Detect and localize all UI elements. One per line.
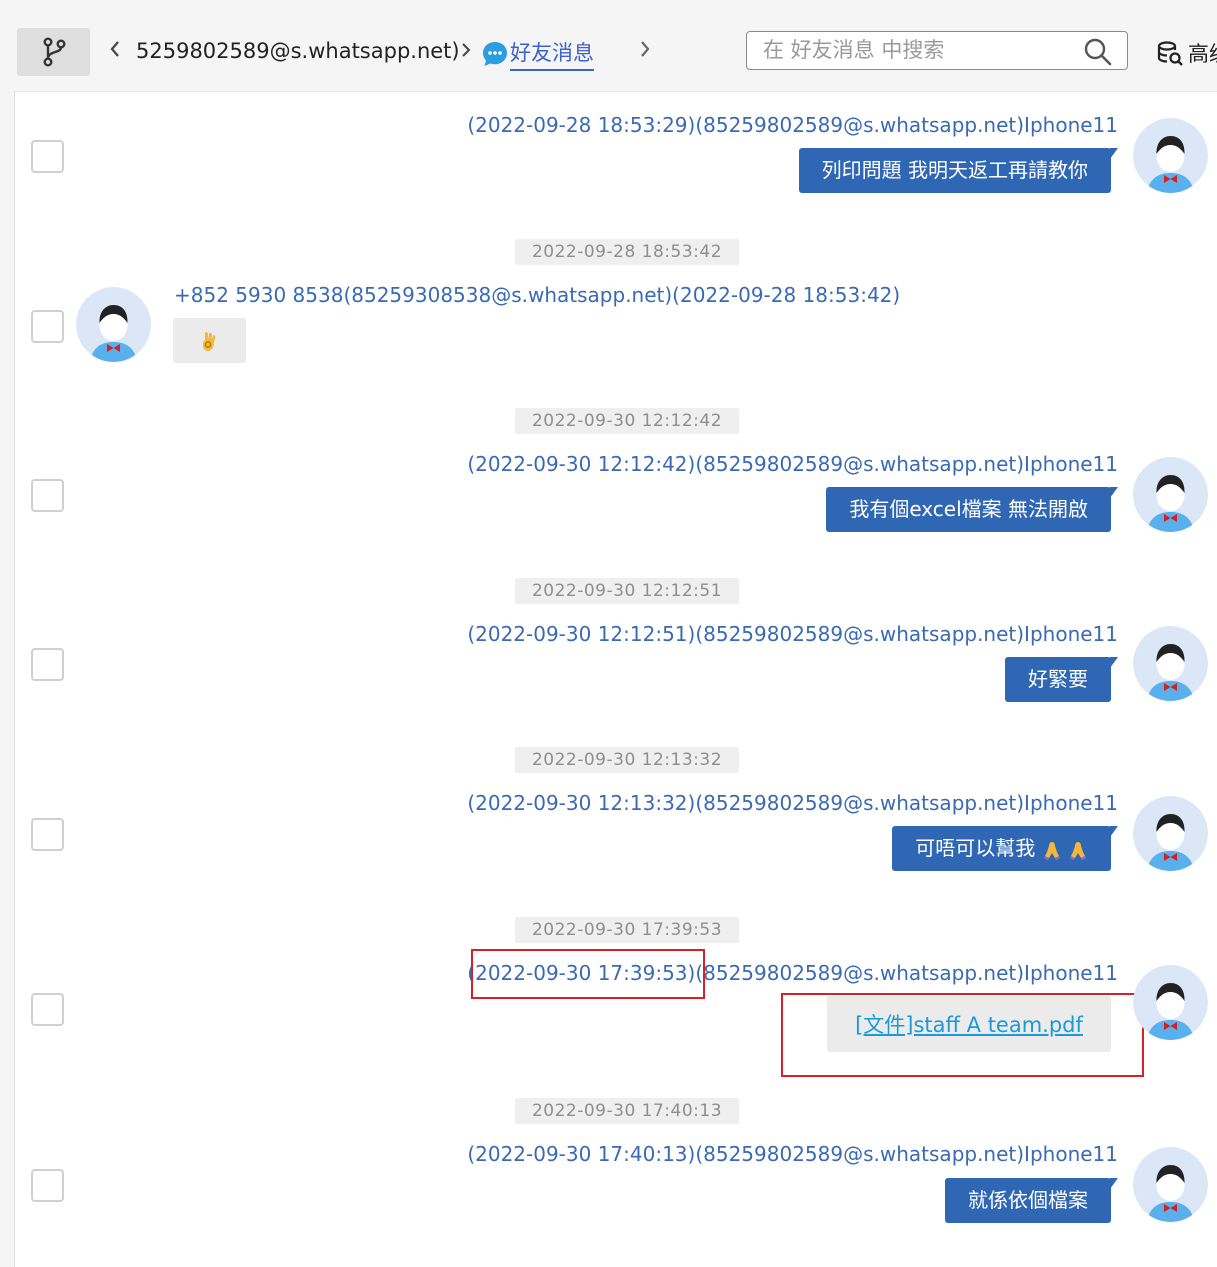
nav-forward-button[interactable]	[638, 38, 652, 66]
message-checkbox[interactable]	[31, 1169, 64, 1202]
message-bubble[interactable]: 就係依個檔案	[945, 1178, 1118, 1223]
advanced-search-label: 高级	[1188, 42, 1217, 66]
ok-hand-emoji-icon	[203, 332, 216, 351]
message-sender: (85259802589@s.whatsapp.net)Iphone11	[695, 961, 1118, 985]
highlight-box-file	[781, 993, 1144, 1077]
message-bubble[interactable]: 我有個excel檔案 無法開啟	[826, 487, 1118, 532]
avatar[interactable]	[1133, 626, 1208, 701]
avatar[interactable]	[1133, 796, 1208, 871]
message-bubble[interactable]: 可唔可以幫我	[892, 826, 1118, 871]
message-text: 可唔可以幫我	[915, 836, 1036, 860]
message-checkbox[interactable]	[31, 310, 64, 343]
avatar[interactable]	[1133, 1147, 1208, 1222]
message-checkbox[interactable]	[31, 648, 64, 681]
advanced-search-button[interactable]: 高级	[1156, 38, 1217, 68]
search-input[interactable]	[763, 35, 1073, 65]
branch-icon	[43, 37, 66, 67]
breadcrumb-contact[interactable]: 5259802589@s.whatsapp.net)	[136, 39, 460, 63]
message-checkbox[interactable]	[31, 818, 64, 851]
chevron-right-icon	[641, 41, 650, 57]
message-sender-header: +852 5930 8538(85259308538@s.whatsapp.ne…	[174, 283, 901, 307]
avatar[interactable]	[1133, 118, 1208, 193]
nav-back-button[interactable]	[108, 38, 122, 66]
chevron-right-icon	[462, 43, 471, 57]
message-bubble[interactable]	[173, 318, 246, 363]
message-bubble[interactable]: 列印問題 我明天返工再請教你	[798, 148, 1119, 193]
message-sender-header: (2022-09-28 18:53:29)(85259802589@s.what…	[467, 113, 1118, 137]
timestamp-separator: 2022-09-30 12:12:51	[515, 578, 739, 604]
timestamp-separator: 2022-09-30 12:12:42	[515, 408, 739, 434]
message-sender-header: (2022-09-30 12:13:32)(85259802589@s.what…	[467, 791, 1118, 815]
timestamp-separator: 2022-09-30 12:13:32	[515, 747, 739, 773]
timestamp-separator: 2022-09-28 18:53:42	[515, 239, 739, 265]
breadcrumb-separator	[460, 40, 472, 65]
message-checkbox[interactable]	[31, 479, 64, 512]
message-sender-header: (2022-09-30 12:12:51)(85259802589@s.what…	[467, 622, 1118, 646]
timestamp-separator: 2022-09-30 17:39:53	[515, 917, 739, 943]
chevron-left-icon	[110, 41, 119, 57]
message-list[interactable]: (2022-09-28 18:53:29)(85259802589@s.what…	[14, 91, 1217, 1267]
message-sender-header: (2022-09-30 17:40:13)(85259802589@s.what…	[467, 1142, 1118, 1166]
advanced-search-icon	[1157, 41, 1183, 66]
avatar[interactable]	[76, 287, 151, 362]
message-sender-header: (2022-09-30 12:12:42)(85259802589@s.what…	[467, 452, 1118, 476]
timestamp-separator: 2022-09-30 17:40:13	[515, 1098, 739, 1124]
message-checkbox[interactable]	[31, 140, 64, 173]
search-icon[interactable]	[1083, 37, 1113, 67]
breadcrumb-tab-friend-messages[interactable]: 好友消息	[510, 37, 594, 71]
praying-hands-emoji-icon	[1043, 841, 1060, 860]
highlight-box-timestamp	[471, 949, 705, 999]
chat-bubble-icon	[481, 40, 509, 72]
avatar[interactable]	[1133, 457, 1208, 532]
search-box[interactable]	[746, 31, 1128, 70]
branch-button[interactable]	[17, 28, 90, 76]
avatar[interactable]	[1133, 965, 1208, 1040]
message-bubble[interactable]: 好緊要	[1005, 657, 1118, 702]
praying-hands-emoji-icon	[1070, 841, 1086, 860]
message-checkbox[interactable]	[31, 993, 64, 1026]
toolbar: 5259802589@s.whatsapp.net) 好友消息 高级	[0, 14, 1217, 90]
